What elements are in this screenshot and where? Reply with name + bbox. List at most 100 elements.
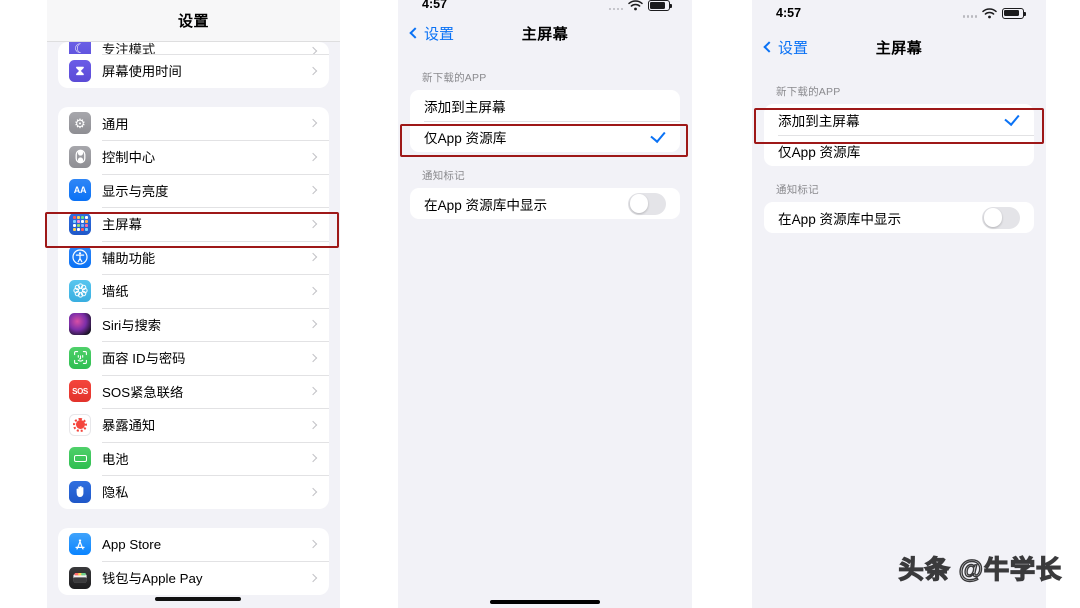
row-label: 控制中心 <box>102 150 156 166</box>
option-label: 仅App 资源库 <box>424 130 507 146</box>
chevron-right-icon <box>308 420 318 429</box>
accessibility-icon <box>69 246 91 269</box>
chevron-right-icon <box>308 573 318 582</box>
option-add-to-home-screen[interactable]: 添加到主屏幕 <box>410 90 680 121</box>
row-label: 通用 <box>102 116 129 132</box>
right-status-time: 4:57 <box>776 6 802 20</box>
row-label: 面容 ID与密码 <box>102 351 186 367</box>
signal-dots-icon <box>962 9 977 18</box>
left-navbar: 设置 <box>47 0 340 42</box>
sidebar-item-exposure-notifications[interactable]: 暴露通知 <box>58 408 329 442</box>
signal-dots-icon <box>608 1 623 10</box>
option-label: 添加到主屏幕 <box>424 99 506 115</box>
checkmark-icon <box>650 127 666 144</box>
sidebar-item-wallpaper[interactable]: 墙纸 <box>58 274 329 308</box>
siri-icon <box>69 313 91 336</box>
row-label: App Store <box>102 536 162 552</box>
sidebar-item-screen-time[interactable]: ⧗ 屏幕使用时间 <box>58 54 329 88</box>
option-label: 在App 资源库中显示 <box>778 211 902 227</box>
mid-new-app-card: 添加到主屏幕 仅App 资源库 <box>410 90 680 152</box>
right-navbar: 设置 主屏幕 <box>752 26 1046 68</box>
right-section-header-2: 通知标记 <box>776 184 819 196</box>
row-show-in-app-library[interactable]: 在App 资源库中显示 <box>764 202 1034 233</box>
sos-icon: SOS <box>69 380 91 403</box>
battery-status-icon <box>1002 7 1027 19</box>
mid-status-time: 4:57 <box>422 0 448 11</box>
app-grid-glyph <box>72 216 88 232</box>
option-label: 在App 资源库中显示 <box>424 197 548 213</box>
show-in-app-library-toggle[interactable] <box>628 192 666 215</box>
right-status-indicators <box>962 7 1027 19</box>
flower-glyph <box>72 283 88 298</box>
face-id-icon <box>69 346 91 369</box>
sidebar-item-general[interactable]: ⚙ 通用 <box>58 107 329 141</box>
wallpaper-icon <box>69 279 91 302</box>
chevron-right-icon <box>308 540 318 549</box>
row-show-in-app-library[interactable]: 在App 资源库中显示 <box>410 188 680 219</box>
home-screen-icon <box>69 212 91 235</box>
row-label: 屏幕使用时间 <box>102 64 182 80</box>
chevron-right-icon <box>308 387 318 396</box>
row-label: 显示与亮度 <box>102 183 169 199</box>
face-glyph <box>73 351 87 365</box>
back-button[interactable]: 设置 <box>763 37 808 58</box>
sidebar-item-display-brightness[interactable]: AA 显示与亮度 <box>58 173 329 208</box>
settings-group: ⚙ 通用 控制中心 AA 显示与亮度 主屏幕 辅助功能 墙纸 Siri与搜索 面… <box>58 106 329 509</box>
sidebar-item-privacy[interactable]: 隐私 <box>58 475 329 509</box>
left-nav-title: 设置 <box>177 13 209 30</box>
sidebar-item-app-store[interactable]: App Store <box>58 528 329 562</box>
sidebar-item-home-screen[interactable]: 主屏幕 <box>58 207 329 241</box>
row-label: Siri与搜索 <box>102 317 162 333</box>
sidebar-item-control-center[interactable]: 控制中心 <box>58 140 329 174</box>
app-store-glyph <box>75 539 85 550</box>
wifi-icon <box>982 7 997 19</box>
chevron-right-icon <box>308 487 318 496</box>
option-app-library-only[interactable]: 仅App 资源库 <box>764 135 1034 166</box>
hand-glyph <box>76 486 83 498</box>
sidebar-item-face-id-passcode[interactable]: 面容 ID与密码 <box>58 341 329 375</box>
checkmark-icon <box>1004 110 1020 127</box>
settings-group: App Store 钱包与Apple Pay <box>58 527 329 595</box>
middle-phone-panel: 4:57 设置 主屏幕 新下载的APP 添加到主屏幕 仅App 资源库 通知标记… <box>398 0 692 608</box>
chevron-right-icon <box>308 286 318 295</box>
right-phone-panel: 4:57 设置 主屏幕 新下载的APP 添加到主屏幕 仅App 资源库 通知标记… <box>752 0 1046 608</box>
option-app-library-only[interactable]: 仅App 资源库 <box>410 121 680 152</box>
app-store-icon <box>69 533 91 556</box>
privacy-hand-icon <box>69 480 91 503</box>
focus-icon: ☾ <box>69 42 91 54</box>
back-button[interactable]: 设置 <box>409 23 455 44</box>
sidebar-item-focus[interactable]: ☾ 专注模式 <box>58 42 329 54</box>
chevron-right-icon <box>308 66 318 75</box>
chevron-right-icon <box>308 353 318 362</box>
left-settings-scroll[interactable]: ☾ 专注模式 ⧗ 屏幕使用时间 ⚙ 通用 控制中心 AA 显示与亮度 主屏幕 辅… <box>47 42 340 595</box>
option-label: 添加到主屏幕 <box>778 113 860 129</box>
row-label: 墙纸 <box>102 284 129 300</box>
row-label: 电池 <box>102 451 129 467</box>
sidebar-item-accessibility[interactable]: 辅助功能 <box>58 240 329 275</box>
sidebar-item-battery[interactable]: 电池 <box>58 441 329 476</box>
row-label: SOS紧急联络 <box>102 384 184 400</box>
mid-navbar: 设置 主屏幕 <box>398 12 692 54</box>
left-phone-panel: 设置 ☾ 专注模式 ⧗ 屏幕使用时间 ⚙ 通用 控制中心 AA 显示与亮度 主屏… <box>47 0 340 608</box>
exposure-notification-icon <box>69 413 91 436</box>
right-new-app-card: 添加到主屏幕 仅App 资源库 <box>764 104 1034 166</box>
chevron-right-icon <box>308 253 318 262</box>
row-label: 钱包与Apple Pay <box>102 571 203 587</box>
control-center-icon <box>69 145 91 168</box>
chevron-right-icon <box>308 152 318 161</box>
show-in-app-library-toggle[interactable] <box>982 206 1020 229</box>
gear-icon: ⚙ <box>69 112 91 135</box>
option-add-to-home-screen[interactable]: 添加到主屏幕 <box>764 104 1034 135</box>
right-badge-card: 在App 资源库中显示 <box>764 202 1034 233</box>
chevron-right-icon <box>308 454 318 463</box>
sidebar-item-wallet-apple-pay[interactable]: 钱包与Apple Pay <box>58 561 329 595</box>
back-label: 设置 <box>424 25 455 43</box>
chevron-right-icon <box>308 219 318 228</box>
home-indicator <box>490 600 600 604</box>
mid-status-bar: 4:57 <box>398 0 692 12</box>
sidebar-item-emergency-sos[interactable]: SOS SOS紧急联络 <box>58 374 329 409</box>
sidebar-item-siri-search[interactable]: Siri与搜索 <box>58 307 329 342</box>
mid-section-header-1: 新下载的APP <box>422 72 487 84</box>
